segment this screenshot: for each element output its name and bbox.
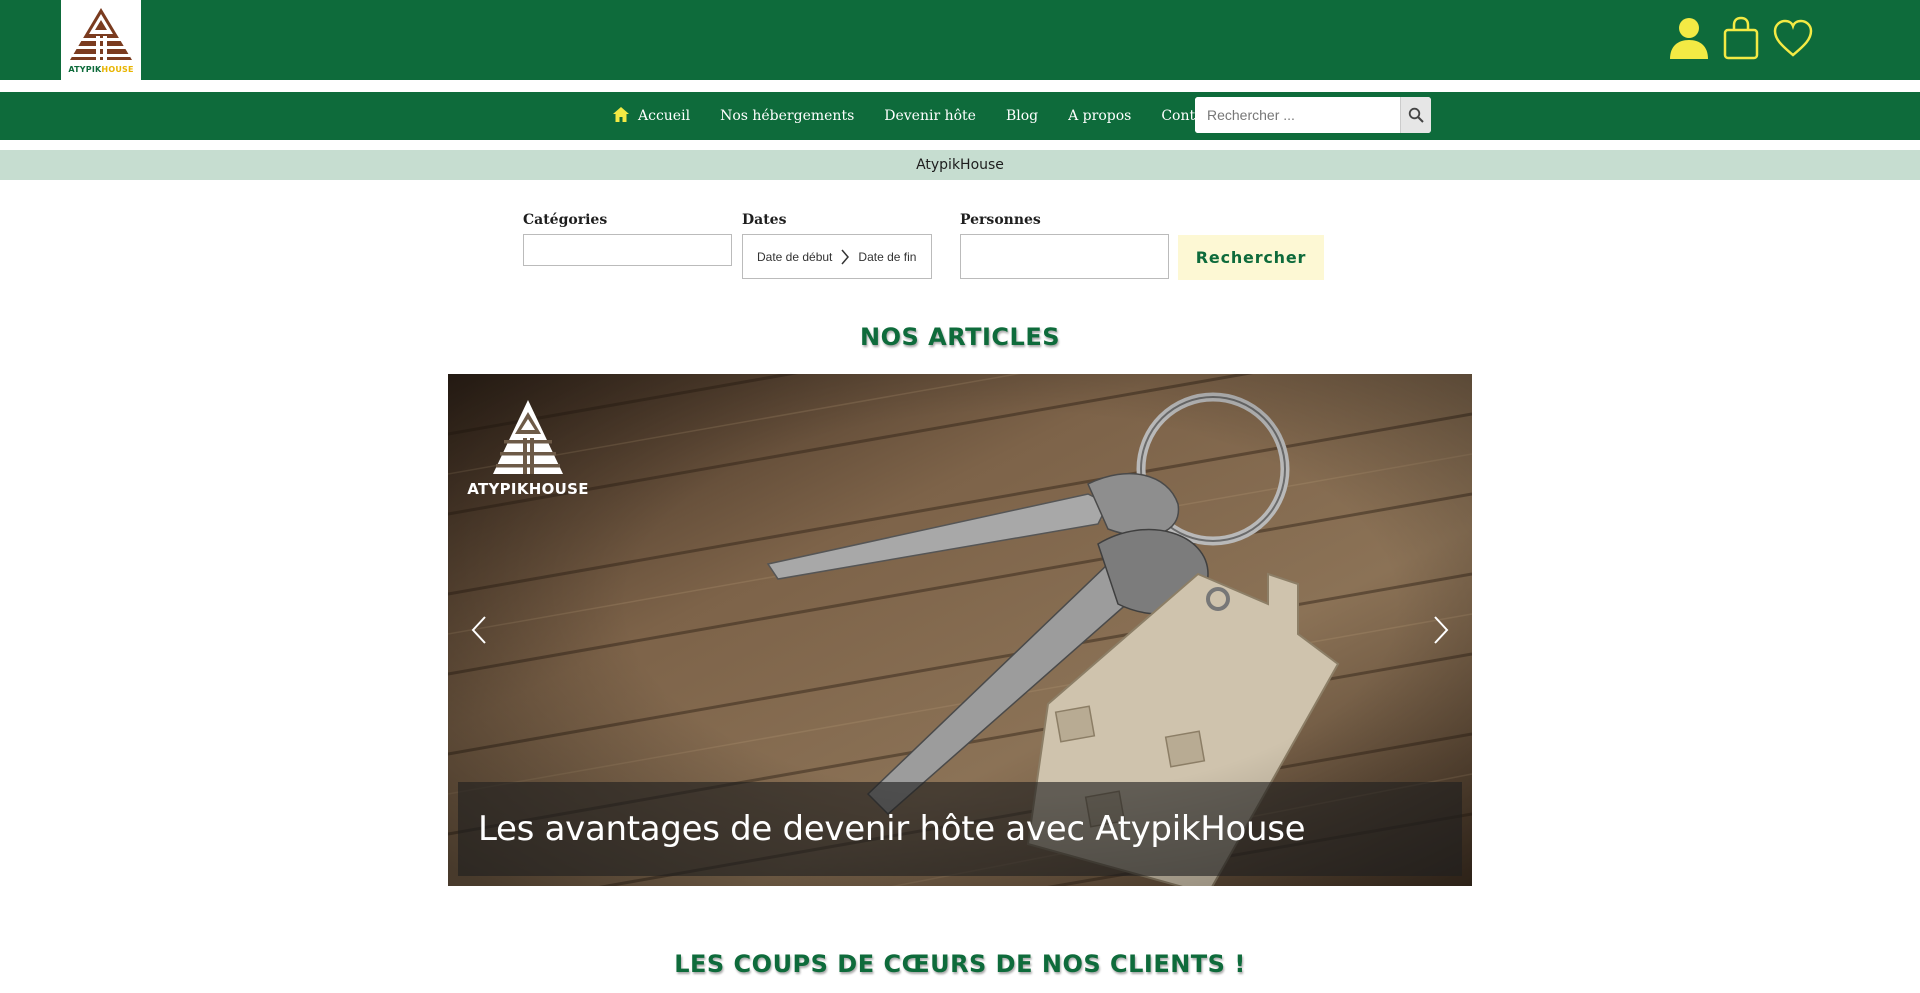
dates-group: Dates Date de début Date de fin bbox=[742, 212, 932, 279]
date-range-picker[interactable]: Date de début Date de fin bbox=[742, 234, 932, 279]
nav-menu: Accueil Nos hébergements Devenir hôte Bl… bbox=[612, 92, 1247, 140]
nav-item-accueil[interactable]: Accueil bbox=[612, 106, 690, 127]
date-end: Date de fin bbox=[858, 249, 917, 264]
nav-search bbox=[1195, 97, 1431, 133]
persons-label: Personnes bbox=[960, 212, 1041, 228]
dates-label: Dates bbox=[742, 212, 787, 228]
shopping-bag-icon[interactable] bbox=[1719, 14, 1763, 62]
nav-item-blog[interactable]: Blog bbox=[1006, 108, 1038, 124]
categories-select[interactable] bbox=[523, 234, 732, 266]
date-start: Date de début bbox=[757, 249, 833, 264]
logo-house-icon bbox=[493, 400, 563, 474]
nav-item-a-propos[interactable]: A propos bbox=[1068, 108, 1131, 124]
search-submit-button[interactable]: Rechercher bbox=[1178, 235, 1324, 280]
nav-item-label: Devenir hôte bbox=[884, 108, 976, 124]
persons-input[interactable] bbox=[960, 234, 1169, 279]
carousel-next-button[interactable] bbox=[1426, 612, 1456, 648]
site-logo[interactable]: ATYPIKHOUSE bbox=[61, 0, 141, 80]
slide-logo: ATYPIKHOUSE bbox=[464, 398, 592, 498]
site-name-bar: AtypikHouse bbox=[0, 150, 1920, 180]
slide-caption-text: Les avantages de devenir hôte avec Atypi… bbox=[478, 809, 1306, 849]
categories-label: Catégories bbox=[523, 212, 608, 228]
nav-item-label: Accueil bbox=[638, 108, 691, 124]
top-header: ATYPIKHOUSE bbox=[0, 0, 1920, 80]
chevron-right-icon bbox=[840, 249, 850, 265]
search-input[interactable] bbox=[1195, 97, 1400, 133]
articles-carousel: ATYPIKHOUSE Les avantages de devenir hôt… bbox=[448, 374, 1472, 886]
slide-caption[interactable]: Les avantages de devenir hôte avec Atypi… bbox=[458, 782, 1462, 876]
favorites-title: LES COUPS DE CŒURS DE NOS CLIENTS ! bbox=[674, 950, 1246, 978]
chevron-right-icon bbox=[1434, 616, 1449, 644]
logo-text-house: HOUSE bbox=[101, 65, 134, 74]
search-button[interactable] bbox=[1400, 97, 1431, 133]
home-icon bbox=[612, 106, 630, 127]
heart-icon[interactable] bbox=[1771, 14, 1815, 62]
logo-house-icon bbox=[70, 8, 132, 60]
nav-item-label: Blog bbox=[1005, 108, 1039, 124]
header-icons bbox=[1667, 14, 1815, 62]
logo-text-atypik: ATYPIK bbox=[68, 65, 102, 74]
nav-item-label: Nos hébergements bbox=[720, 108, 855, 124]
user-icon[interactable] bbox=[1667, 14, 1711, 62]
carousel-prev-button[interactable] bbox=[464, 612, 494, 648]
nav-item-label: A propos bbox=[1068, 108, 1132, 124]
nav-item-devenir-hote[interactable]: Devenir hôte bbox=[884, 108, 976, 124]
site-name: AtypikHouse bbox=[916, 157, 1004, 173]
main-nav: Accueil Nos hébergements Devenir hôte Bl… bbox=[0, 92, 1920, 140]
categories-group: Catégories bbox=[523, 212, 732, 266]
slide-logo-text: ATYPIKHOUSE bbox=[467, 480, 589, 498]
logo-text: ATYPIKHOUSE bbox=[68, 65, 133, 74]
header-separator bbox=[0, 80, 1920, 92]
search-icon bbox=[1408, 107, 1424, 123]
articles-title: NOS ARTICLES bbox=[860, 323, 1060, 351]
nav-item-hebergements[interactable]: Nos hébergements bbox=[720, 108, 854, 124]
chevron-left-icon bbox=[471, 616, 486, 644]
persons-group: Personnes bbox=[960, 212, 1169, 279]
